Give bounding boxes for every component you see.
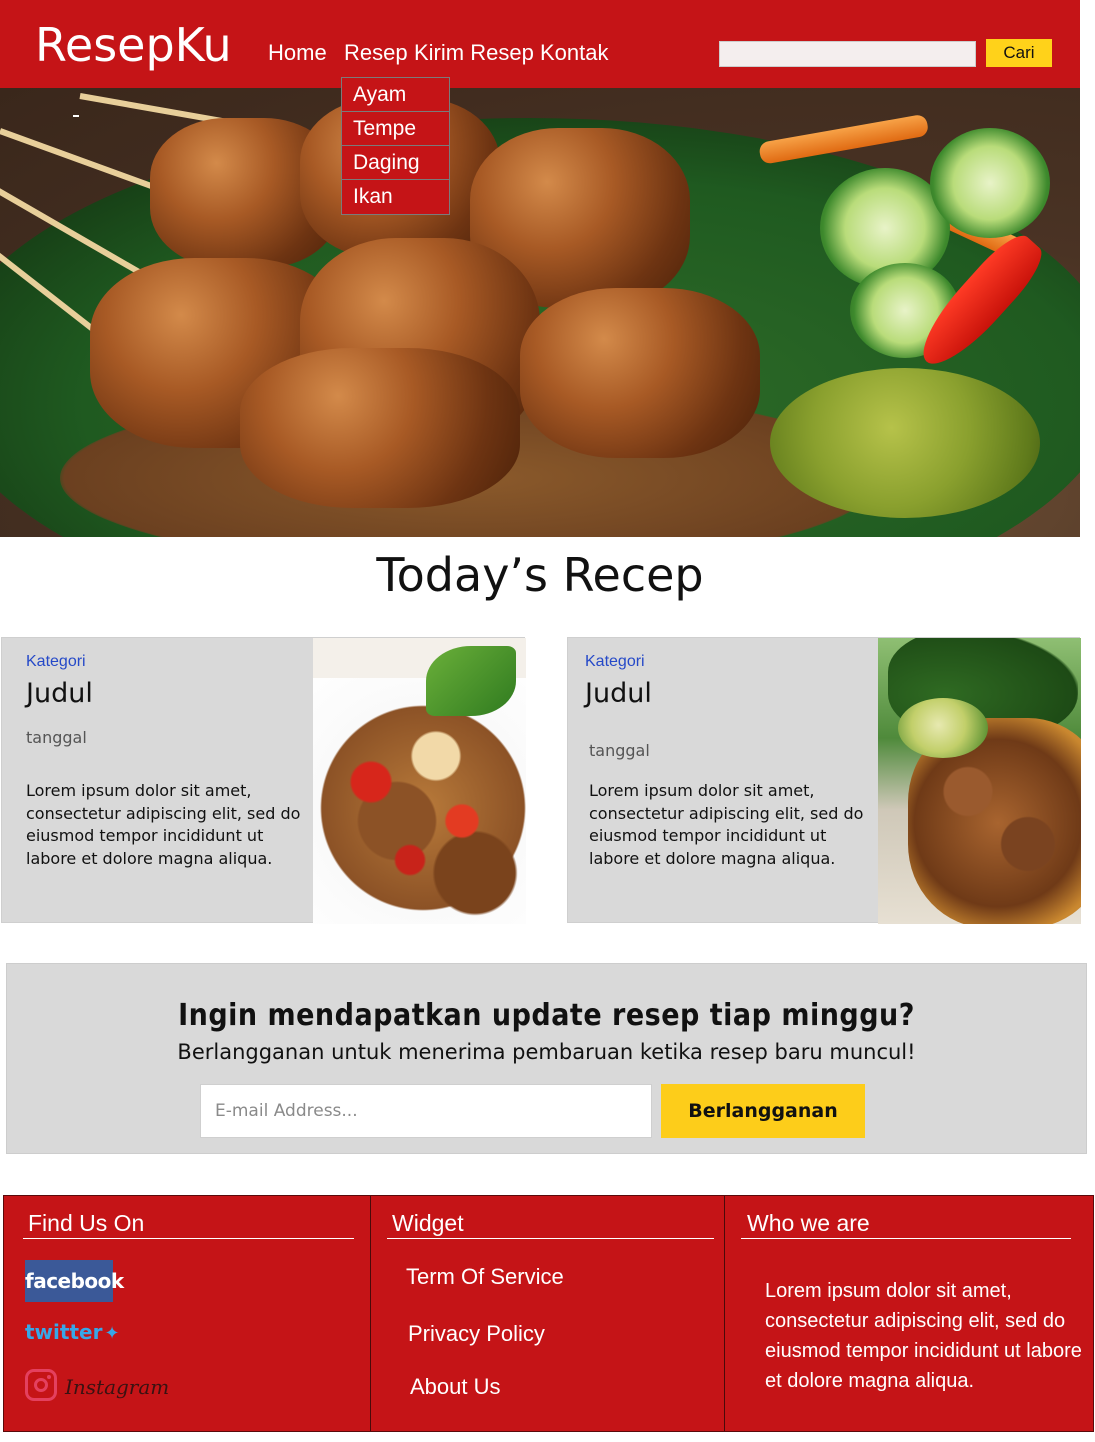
footer-link-privacy[interactable]: Privacy Policy bbox=[408, 1321, 545, 1347]
footer-heading-widget: Widget bbox=[392, 1210, 464, 1236]
footer-link-terms[interactable]: Term Of Service bbox=[406, 1264, 564, 1290]
nav-kirim-resep[interactable]: Kirim Resep bbox=[414, 40, 534, 66]
site-logo[interactable]: ResepKu bbox=[35, 18, 232, 72]
search-button[interactable]: Cari bbox=[986, 39, 1052, 67]
card-excerpt: Lorem ipsum dolor sit amet, consectetur … bbox=[26, 781, 301, 868]
recipe-card[interactable]: Kategori Judul tanggal Lorem ipsum dolor… bbox=[1, 637, 526, 924]
newsletter-subtitle: Berlangganan untuk menerima pembaruan ke… bbox=[177, 1040, 916, 1064]
card-category-link[interactable]: Kategori bbox=[26, 653, 86, 671]
footer-divider bbox=[741, 1238, 1071, 1239]
subscribe-button[interactable]: Berlangganan bbox=[661, 1084, 865, 1138]
card-excerpt: Lorem ipsum dolor sit amet, consectetur … bbox=[589, 781, 864, 868]
footer-divider bbox=[387, 1238, 714, 1239]
section-title: Today’s Recep bbox=[376, 548, 704, 602]
site-footer: Find Us On facebook twitter ✦ Instagram W… bbox=[3, 1195, 1094, 1432]
newsletter-section: Ingin mendapatkan update resep tiap ming… bbox=[6, 963, 1087, 1154]
twitter-icon[interactable]: twitter ✦ bbox=[25, 1320, 120, 1350]
site-header: ResepKu Home Resep Kirim Resep Kontak Ca… bbox=[0, 0, 1080, 88]
card-photo[interactable] bbox=[313, 638, 526, 924]
footer-widget: Widget Term Of Service Privacy Policy Ab… bbox=[371, 1196, 725, 1431]
nav-kontak[interactable]: Kontak bbox=[540, 40, 609, 66]
footer-heading-find-us: Find Us On bbox=[28, 1210, 145, 1236]
card-date: tanggal bbox=[589, 741, 650, 760]
nav-home[interactable]: Home bbox=[268, 40, 327, 66]
card-photo[interactable] bbox=[878, 638, 1081, 924]
email-field[interactable] bbox=[200, 1084, 652, 1138]
nav-resep[interactable]: Resep bbox=[344, 40, 408, 66]
dropdown-item-tempe[interactable]: Tempe bbox=[342, 112, 449, 146]
footer-who-we-are: Who we are Lorem ipsum dolor sit amet, c… bbox=[725, 1196, 1093, 1431]
card-title[interactable]: Judul bbox=[26, 678, 93, 709]
newsletter-title: Ingin mendapatkan update resep tiap ming… bbox=[178, 998, 915, 1033]
footer-divider bbox=[23, 1238, 354, 1239]
resep-dropdown-menu: Ayam Tempe Daging Ikan bbox=[341, 77, 450, 215]
hero-dash-mark bbox=[73, 115, 79, 117]
twitter-bird-icon: ✦ bbox=[104, 1323, 120, 1344]
footer-find-us: Find Us On facebook twitter ✦ Instagram bbox=[4, 1196, 371, 1431]
card-date: tanggal bbox=[26, 728, 87, 747]
dropdown-item-daging[interactable]: Daging bbox=[342, 146, 449, 180]
card-title[interactable]: Judul bbox=[585, 678, 652, 709]
facebook-icon[interactable]: facebook bbox=[25, 1260, 124, 1302]
dropdown-item-ikan[interactable]: Ikan bbox=[342, 180, 449, 214]
footer-heading-who: Who we are bbox=[747, 1210, 870, 1236]
dropdown-item-ayam[interactable]: Ayam bbox=[342, 78, 449, 112]
footer-link-about[interactable]: About Us bbox=[410, 1374, 501, 1400]
instagram-label: Instagram bbox=[65, 1375, 170, 1399]
footer-about-text: Lorem ipsum dolor sit amet, consectetur … bbox=[765, 1280, 1082, 1392]
recipe-card[interactable]: Kategori Judul tanggal Lorem ipsum dolor… bbox=[567, 637, 1081, 924]
card-category-link[interactable]: Kategori bbox=[585, 653, 645, 671]
instagram-glyph-icon bbox=[25, 1369, 57, 1401]
hero-image-sate bbox=[0, 88, 1080, 537]
search-input[interactable] bbox=[719, 41, 976, 67]
twitter-label: twitter bbox=[25, 1320, 103, 1344]
